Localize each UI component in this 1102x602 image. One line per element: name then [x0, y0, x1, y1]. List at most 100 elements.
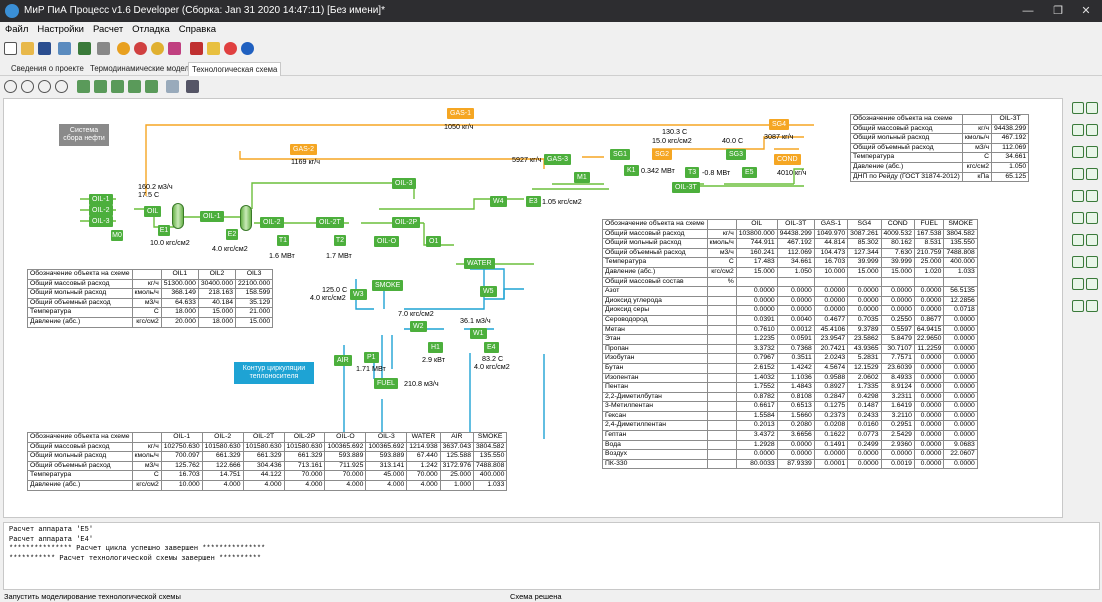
- stream-gas-2[interactable]: GAS-2: [290, 144, 318, 155]
- recycle-icon[interactable]: [1072, 278, 1084, 290]
- furnace-icon[interactable]: [1086, 168, 1098, 180]
- info-icon[interactable]: [241, 42, 254, 55]
- stream-smoke[interactable]: SMOKE: [372, 280, 404, 291]
- tank-icon[interactable]: [1086, 256, 1098, 268]
- tag-m1[interactable]: M1: [574, 172, 590, 183]
- valve-icon[interactable]: [1086, 102, 1098, 114]
- tag-t1[interactable]: T1: [277, 235, 289, 246]
- stream-air[interactable]: AIR: [334, 355, 352, 366]
- expander-icon[interactable]: [1086, 234, 1098, 246]
- tag-o1[interactable]: O1: [426, 236, 442, 247]
- stream-oil1[interactable]: OIL-1: [89, 194, 113, 205]
- check-icon[interactable]: [151, 42, 164, 55]
- menu-settings[interactable]: Настройки: [32, 22, 88, 35]
- step-icon[interactable]: [168, 42, 181, 55]
- scheme-canvas[interactable]: Система сбора нефти Контур циркуляции те…: [3, 98, 1063, 518]
- close-button[interactable]: ✕: [1068, 0, 1102, 22]
- stream-oil-2[interactable]: OIL-2: [260, 217, 284, 228]
- tab-project-info[interactable]: Сведения о проекте: [8, 62, 87, 76]
- stream-gas-3[interactable]: GAS-3: [544, 154, 572, 165]
- new-file-icon[interactable]: [4, 42, 17, 55]
- stream-sg4[interactable]: SG4: [769, 119, 790, 130]
- reactor-icon[interactable]: [1072, 256, 1084, 268]
- pipe-icon[interactable]: [1072, 102, 1084, 114]
- stream-oil2[interactable]: OIL-2: [89, 205, 113, 216]
- heater-icon[interactable]: [1072, 146, 1084, 158]
- grid-icon[interactable]: [166, 80, 179, 93]
- zoom-in-icon[interactable]: [4, 80, 17, 93]
- tag-w2[interactable]: W2: [410, 321, 427, 332]
- menu-help[interactable]: Справка: [174, 22, 220, 35]
- menu-debug[interactable]: Отладка: [127, 22, 174, 35]
- stop-icon[interactable]: [134, 42, 147, 55]
- copy-icon[interactable]: [77, 80, 90, 93]
- tag-w3[interactable]: W3: [350, 289, 367, 300]
- stream-water[interactable]: WATER: [464, 258, 495, 269]
- stream-oil-1[interactable]: OIL-1: [200, 211, 224, 222]
- exchanger-icon[interactable]: [1072, 168, 1084, 180]
- tag-e4[interactable]: E4: [484, 342, 499, 353]
- stream-oil-3t[interactable]: OIL-3T: [672, 182, 700, 193]
- mirror-icon[interactable]: [145, 80, 158, 93]
- tab-process-scheme[interactable]: Технологическая схема: [188, 62, 282, 76]
- column-icon[interactable]: [1086, 190, 1098, 202]
- stream-oil-2t[interactable]: OIL-2T: [316, 217, 344, 228]
- tag-e1[interactable]: E1: [158, 225, 170, 236]
- tag-w4[interactable]: W4: [490, 196, 507, 207]
- stream-sg3[interactable]: SG3: [726, 149, 747, 160]
- zoom-out-icon[interactable]: [21, 80, 34, 93]
- cooler-icon[interactable]: [1086, 146, 1098, 158]
- tag-h1[interactable]: H1: [428, 342, 443, 353]
- stream-fuel[interactable]: FUEL: [374, 378, 398, 389]
- tag-m0[interactable]: M0: [111, 230, 123, 241]
- stream-sg2[interactable]: SG2: [652, 149, 673, 160]
- tag-t2[interactable]: T2: [334, 235, 346, 246]
- flip-h-icon[interactable]: [111, 80, 124, 93]
- scheme-icon[interactable]: [78, 42, 91, 55]
- zoom-reset-icon[interactable]: [55, 80, 68, 93]
- stream-sg1[interactable]: SG1: [610, 149, 631, 160]
- menu-calc[interactable]: Расчет: [88, 22, 127, 35]
- rotate-icon[interactable]: [94, 80, 107, 93]
- keyboard-icon[interactable]: [97, 42, 110, 55]
- notes-icon[interactable]: [207, 42, 220, 55]
- stream-oil-2p[interactable]: OIL-2P: [392, 217, 421, 228]
- tag-w5[interactable]: W5: [480, 286, 497, 297]
- stream-oil-o[interactable]: OIL-O: [374, 236, 400, 247]
- stream-cond[interactable]: COND: [774, 154, 801, 165]
- run-icon[interactable]: [117, 42, 130, 55]
- compressor-icon[interactable]: [1072, 234, 1084, 246]
- tag-t3[interactable]: T3: [685, 167, 700, 178]
- flip-v-icon[interactable]: [128, 80, 141, 93]
- separator-icon[interactable]: [1072, 190, 1084, 202]
- controller-icon[interactable]: [1086, 278, 1098, 290]
- tag-e5[interactable]: E5: [742, 167, 757, 178]
- pump-icon[interactable]: [1072, 212, 1084, 224]
- delete-icon[interactable]: [186, 80, 199, 93]
- stream-oil[interactable]: OIL: [144, 206, 162, 217]
- open-folder-icon[interactable]: [21, 42, 34, 55]
- tree-icon[interactable]: [190, 42, 203, 55]
- tag-e3[interactable]: E3: [526, 196, 541, 207]
- save-icon[interactable]: [38, 42, 51, 55]
- tab-thermo-models[interactable]: Термодинамические модели: [87, 62, 196, 76]
- turbine-icon[interactable]: [1086, 212, 1098, 224]
- table-icon[interactable]: [1072, 300, 1084, 312]
- splitter-icon[interactable]: [1072, 124, 1084, 136]
- tag-k1[interactable]: K1: [624, 165, 639, 176]
- tag-w1[interactable]: W1: [470, 328, 487, 339]
- separator-e1[interactable]: [172, 203, 184, 229]
- separator-e2[interactable]: [240, 205, 252, 231]
- cell: 0.0160: [847, 420, 882, 432]
- mixer-icon[interactable]: [1086, 124, 1098, 136]
- stream-gas-1[interactable]: GAS-1: [447, 108, 475, 119]
- stream-oil3[interactable]: OIL-3: [89, 216, 113, 227]
- zoom-fit-icon[interactable]: [38, 80, 51, 93]
- menu-file[interactable]: Файл: [0, 22, 32, 35]
- help-icon[interactable]: [224, 42, 237, 55]
- tag-p1[interactable]: P1: [364, 352, 379, 363]
- tag-e2[interactable]: E2: [226, 229, 238, 240]
- stream-oil-3[interactable]: OIL-3: [392, 178, 416, 189]
- print-icon[interactable]: [58, 42, 71, 55]
- text-icon[interactable]: [1086, 300, 1098, 312]
